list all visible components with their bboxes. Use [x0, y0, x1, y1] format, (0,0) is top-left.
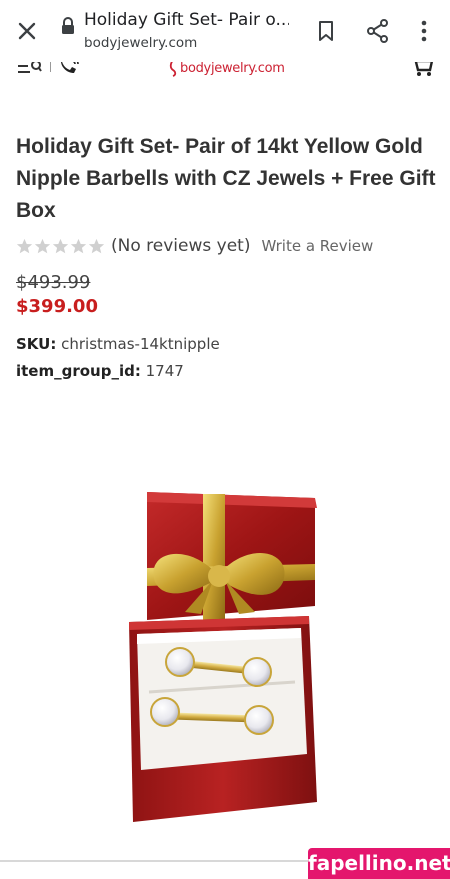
watermark: fapellino.net: [308, 848, 450, 879]
original-price: $493.99: [16, 272, 91, 293]
star-icon: [70, 238, 87, 253]
site-header: bodyjewelry.com: [0, 62, 450, 82]
product-image[interactable]: [25, 472, 425, 852]
header-divider: [50, 62, 51, 72]
phone-icon[interactable]: [58, 62, 80, 76]
menu-icon[interactable]: [16, 62, 42, 76]
reviews-label: (No reviews yet): [111, 236, 251, 256]
rating-row: (No reviews yet) Write a Review: [16, 234, 373, 258]
page-title: Holiday Gift Set- Pair o...: [84, 10, 289, 30]
browser-toolbar: Holiday Gift Set- Pair o... bodyjewelry.…: [0, 0, 450, 62]
sale-price: $399.00: [16, 296, 98, 317]
site-logo[interactable]: bodyjewelry.com: [166, 62, 285, 78]
lock-icon: [62, 17, 74, 34]
bookmark-icon[interactable]: [315, 19, 337, 43]
cart-icon[interactable]: [410, 62, 434, 78]
more-vert-icon[interactable]: [414, 18, 434, 44]
share-icon[interactable]: [366, 18, 390, 44]
star-icon: [88, 238, 105, 253]
sku-label: SKU:: [16, 335, 57, 353]
item-group-value: 1747: [145, 362, 184, 380]
star-icon: [34, 238, 51, 253]
page-url[interactable]: bodyjewelry.com: [84, 35, 197, 51]
product-title: Holiday Gift Set- Pair of 14kt Yellow Go…: [16, 135, 436, 222]
logo-mark-icon: [169, 62, 177, 77]
sku-row: SKU: christmas-14ktnipple: [16, 335, 220, 353]
item-group-row: item_group_id: 1747: [16, 362, 184, 380]
item-group-label: item_group_id:: [16, 362, 141, 380]
logo-text: bodyjewelry.com: [180, 62, 285, 76]
star-icon: [52, 238, 69, 253]
rating-stars: [16, 238, 105, 255]
sku-value: christmas-14ktnipple: [61, 335, 220, 353]
star-icon: [16, 238, 33, 253]
close-icon[interactable]: [14, 18, 40, 44]
write-review-link[interactable]: Write a Review: [261, 237, 373, 255]
